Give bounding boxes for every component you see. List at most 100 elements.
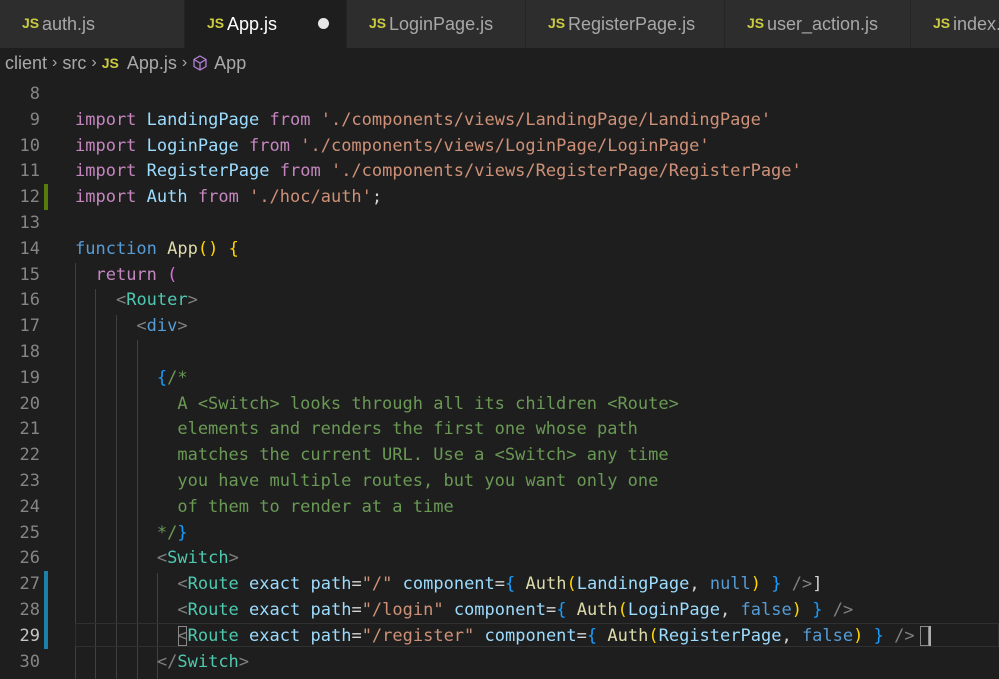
code-text: <Route exact path="/login" component={ A… <box>177 600 854 620</box>
code-text: of them to render at a time <box>75 496 454 517</box>
code-text: {/* <box>156 367 188 388</box>
javascript-file-icon: JS <box>22 15 40 31</box>
code-line: 10 import LoginPage from './components/v… <box>0 134 999 160</box>
javascript-file-icon: JS <box>101 55 119 71</box>
code-line: 28 <Route exact path="/login" component=… <box>0 598 999 624</box>
line-number: 18 <box>19 342 40 362</box>
code-text: return ( <box>95 264 178 285</box>
code-line: 27 <Route exact path="/" component={ Aut… <box>0 572 999 598</box>
line-number: 21 <box>19 419 40 440</box>
code-text: */} <box>156 522 188 543</box>
tab-label: index. <box>953 13 999 34</box>
line-number: 25 <box>19 522 40 543</box>
line-number: 8 <box>29 84 40 104</box>
tab-user-action-js[interactable]: JS user_action.js <box>725 0 911 48</box>
breadcrumb: client › src › JS App.js › App <box>0 48 999 78</box>
code-line: 23 you have multiple routes, but you wan… <box>0 469 999 495</box>
line-number: 28 <box>19 600 40 620</box>
line-number: 26 <box>19 548 40 569</box>
code-line: 26 <Switch> <box>0 546 999 572</box>
tab-label: App.js <box>227 13 278 34</box>
code-text: A <Switch> looks through all its childre… <box>75 393 679 414</box>
line-number: 30 <box>19 651 40 672</box>
code-line: 11 import RegisterPage from './component… <box>0 159 999 185</box>
code-line: 17 <div> <box>0 314 999 340</box>
code-text: import Auth from './hoc/auth'; <box>75 187 383 208</box>
tab-label: LoginPage.js <box>389 13 494 34</box>
javascript-file-icon: JS <box>207 15 225 31</box>
tab-loginpage-js[interactable]: JS LoginPage.js <box>347 0 526 48</box>
javascript-file-icon: JS <box>369 15 387 31</box>
code-text: </Switch> <box>156 651 250 672</box>
code-text: <Route exact path="/register" component=… <box>177 625 915 646</box>
code-line: 21 elements and renders the first one wh… <box>0 417 999 443</box>
javascript-file-icon: JS <box>747 15 765 31</box>
code-editor[interactable]: 8 9 import LandingPage from './component… <box>0 82 999 679</box>
code-text: you have multiple routes, but you want o… <box>75 471 659 491</box>
code-line: 8 <box>0 82 999 108</box>
line-number: 27 <box>19 574 40 595</box>
code-text: function App() { <box>75 238 239 259</box>
line-number: 14 <box>19 238 40 259</box>
code-line: 9 import LandingPage from './components/… <box>0 108 999 134</box>
cube-symbol-icon <box>192 53 208 74</box>
code-line: 13 <box>0 211 999 237</box>
code-line: 29 <Route exact path="/register" compone… <box>0 624 999 650</box>
line-number: 19 <box>19 367 40 388</box>
code-text: <Router> <box>115 290 198 311</box>
tab-label: user_action.js <box>767 13 879 34</box>
code-text: matches the current URL. Use a <Switch> … <box>75 445 669 466</box>
code-line: 25 */} <box>0 521 999 547</box>
code-text: import RegisterPage from './components/v… <box>75 161 802 182</box>
tab-app-js[interactable]: JS App.js <box>185 0 347 48</box>
tab-label: auth.js <box>42 13 96 34</box>
line-number: 15 <box>19 264 40 285</box>
code-line: 18 <box>0 340 999 366</box>
code-line: 14 function App() { <box>0 237 999 263</box>
text-cursor <box>929 626 931 646</box>
line-number: 17 <box>19 316 40 337</box>
tab-auth-js[interactable]: JS auth.js <box>0 0 185 48</box>
chevron-right-icon: › <box>181 54 188 71</box>
line-number: 13 <box>19 213 40 233</box>
line-number: 24 <box>19 496 40 517</box>
line-number: 20 <box>19 393 40 414</box>
line-number: 22 <box>19 445 40 466</box>
chevron-right-icon: › <box>52 54 58 71</box>
line-number: 16 <box>19 290 40 311</box>
line-number: 9 <box>29 109 40 130</box>
tab-label: RegisterPage.js <box>568 13 696 34</box>
line-number: 29 <box>19 625 40 646</box>
code-line: 20 A <Switch> looks through all its chil… <box>0 392 999 418</box>
line-number: 23 <box>19 471 40 491</box>
line-number: 11 <box>19 161 40 182</box>
code-line: 12 import Auth from './hoc/auth'; <box>0 185 999 211</box>
code-text: elements and renders the first one whose… <box>75 419 638 440</box>
code-line: 19 {/* <box>0 366 999 392</box>
line-number: 12 <box>19 187 40 208</box>
breadcrumb-item-client[interactable]: client <box>5 53 47 74</box>
code-text: <Switch> <box>156 548 239 569</box>
code-text: <Route exact path="/" component={ Auth(L… <box>177 574 823 595</box>
code-line: 30 </Switch> <box>0 650 999 676</box>
tab-registerpage-js[interactable]: JS RegisterPage.js <box>526 0 725 48</box>
bracket-match-highlight <box>178 626 187 646</box>
tab-index-js[interactable]: JS index. <box>911 0 999 48</box>
code-line: 24 of them to render at a time <box>0 495 999 521</box>
unsaved-dot-icon[interactable] <box>318 18 329 29</box>
breadcrumb-item-file[interactable]: App.js <box>127 53 177 74</box>
code-text: <div> <box>136 316 188 337</box>
chevron-right-icon: › <box>91 54 97 71</box>
code-line: 22 matches the current URL. Use a <Switc… <box>0 443 999 469</box>
code-text: import LoginPage from './components/view… <box>75 135 710 156</box>
javascript-file-icon: JS <box>933 15 951 31</box>
bracket-match-highlight <box>920 626 929 646</box>
line-number: 10 <box>19 135 40 156</box>
code-line: 16 <Router> <box>0 288 999 314</box>
breadcrumb-item-src[interactable]: src <box>62 53 86 74</box>
editor-tab-bar: JS auth.js JS App.js JS LoginPage.js JS … <box>0 0 999 48</box>
code-line: 15 return ( <box>0 263 999 289</box>
code-text: import LandingPage from './components/vi… <box>75 109 772 130</box>
javascript-file-icon: JS <box>548 15 566 31</box>
breadcrumb-item-symbol[interactable]: App <box>214 53 246 74</box>
